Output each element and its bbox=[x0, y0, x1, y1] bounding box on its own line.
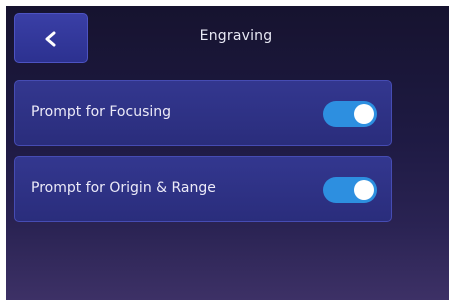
prompt-origin-range-toggle[interactable] bbox=[323, 177, 377, 203]
setting-label: Prompt for Focusing bbox=[31, 104, 172, 120]
engraving-settings-screen: Engraving Prompt for Focusing Prompt for… bbox=[6, 6, 449, 300]
chevron-left-icon bbox=[45, 31, 56, 47]
page-title: Engraving bbox=[199, 28, 273, 44]
back-button[interactable] bbox=[14, 13, 88, 63]
setting-label: Prompt for Origin & Range bbox=[31, 180, 216, 196]
prompt-focusing-toggle[interactable] bbox=[323, 101, 377, 127]
toggle-knob bbox=[354, 104, 374, 124]
toggle-knob bbox=[354, 180, 374, 200]
setting-row-prompt-focusing: Prompt for Focusing bbox=[14, 80, 392, 146]
setting-row-prompt-origin-range: Prompt for Origin & Range bbox=[14, 156, 392, 222]
